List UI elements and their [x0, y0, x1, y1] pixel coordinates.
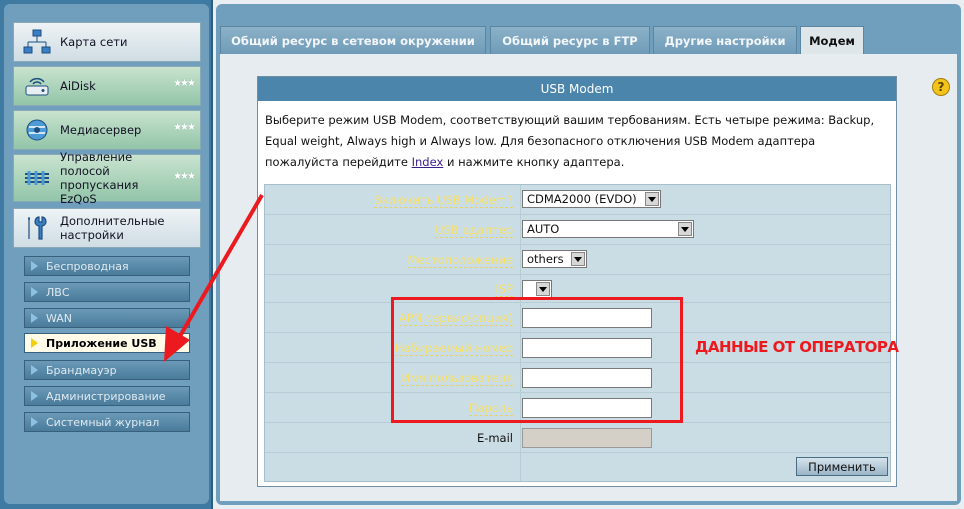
form-row-location: Местоположение others [265, 245, 890, 275]
sidebar-subitem-usb-application[interactable]: Приложение USB [24, 333, 190, 353]
email-input [522, 428, 652, 448]
form-row-email: E-mail [265, 423, 890, 453]
index-link[interactable]: Index [412, 155, 444, 169]
chevron-down-icon [678, 222, 692, 236]
usb-modem-panel: USB Modem Выберите режим USB Modem, соот… [257, 76, 897, 487]
star-icon: ★★★ [173, 171, 196, 182]
sidebar-item-aidisk[interactable]: AiDisk ★★★ [13, 66, 201, 106]
isp-label: ISP [495, 282, 513, 297]
triangle-icon [31, 391, 38, 401]
sidebar-item-media-server[interactable]: Медиасервер ★★★ [13, 110, 201, 150]
tab-network-share[interactable]: Общий ресурс в сетевом окружении [220, 26, 486, 54]
aidisk-icon [14, 66, 60, 106]
form-row-enable: Включить USB Modem? CDMA2000 (EVDO) [265, 185, 890, 215]
triangle-icon [31, 261, 38, 271]
email-label: E-mail [476, 431, 513, 445]
sidebar-subitem-system-log[interactable]: Системный журнал [24, 412, 190, 432]
sidebar-item-label: Дополнительные настройки [60, 214, 165, 242]
location-select[interactable]: others [522, 250, 587, 268]
tools-icon [14, 208, 60, 248]
location-label: Местоположение [407, 253, 513, 268]
sidebar-subitem-wan[interactable]: WAN [24, 308, 190, 328]
network-map-icon [14, 22, 60, 62]
triangle-icon [31, 287, 38, 297]
operator-data-highlight [391, 297, 683, 423]
sidebar-item-advanced[interactable]: Дополнительные настройки [13, 208, 201, 248]
triangle-icon [31, 338, 38, 348]
sidebar-subitem-lan[interactable]: ЛВС [24, 282, 190, 302]
usb-adapter-select[interactable]: AUTO [522, 220, 694, 238]
chevron-down-icon [571, 252, 585, 266]
chevron-down-icon [536, 282, 550, 296]
sidebar-subitem-wireless[interactable]: Беспроводная [24, 256, 190, 276]
adapter-label: USB адаптер [435, 223, 513, 238]
isp-select[interactable] [522, 280, 552, 298]
operator-data-annotation: ДАННЫЕ ОТ ОПЕРАТОРА [695, 338, 899, 356]
qos-icon [14, 154, 60, 202]
sidebar-item-label: Карта сети [60, 35, 128, 49]
star-icon: ★★★ [173, 122, 196, 133]
sidebar: Карта сети AiDisk ★★★ Медиасервер ★★★ Уп… [0, 0, 213, 509]
enable-label: Включить USB Modem? [373, 193, 513, 208]
star-icon: ★★★ [173, 78, 196, 89]
sidebar-item-ezqos[interactable]: Управление полосой пропускания EzQoS ★★★ [13, 150, 201, 206]
triangle-icon [31, 313, 38, 323]
sidebar-subitem-firewall[interactable]: Брандмауэр [24, 360, 190, 380]
tab-ftp-share[interactable]: Общий ресурс в FTP [490, 26, 650, 54]
triangle-icon [31, 417, 38, 427]
media-server-icon [14, 110, 60, 150]
triangle-icon [31, 365, 38, 375]
apply-button[interactable]: Применить [796, 457, 888, 476]
form-row-adapter: USB адаптер AUTO [265, 215, 890, 245]
tab-modem[interactable]: Модем [800, 26, 864, 54]
panel-title: USB Modem [258, 77, 896, 101]
tab-other-settings[interactable]: Другие настройки [653, 26, 797, 54]
help-icon[interactable]: ? [932, 78, 950, 96]
sidebar-subitem-administration[interactable]: Администрирование [24, 386, 190, 406]
enable-usb-modem-select[interactable]: CDMA2000 (EVDO) [522, 190, 661, 208]
chevron-down-icon [645, 192, 659, 206]
sidebar-item-network-map[interactable]: Карта сети [13, 22, 201, 62]
